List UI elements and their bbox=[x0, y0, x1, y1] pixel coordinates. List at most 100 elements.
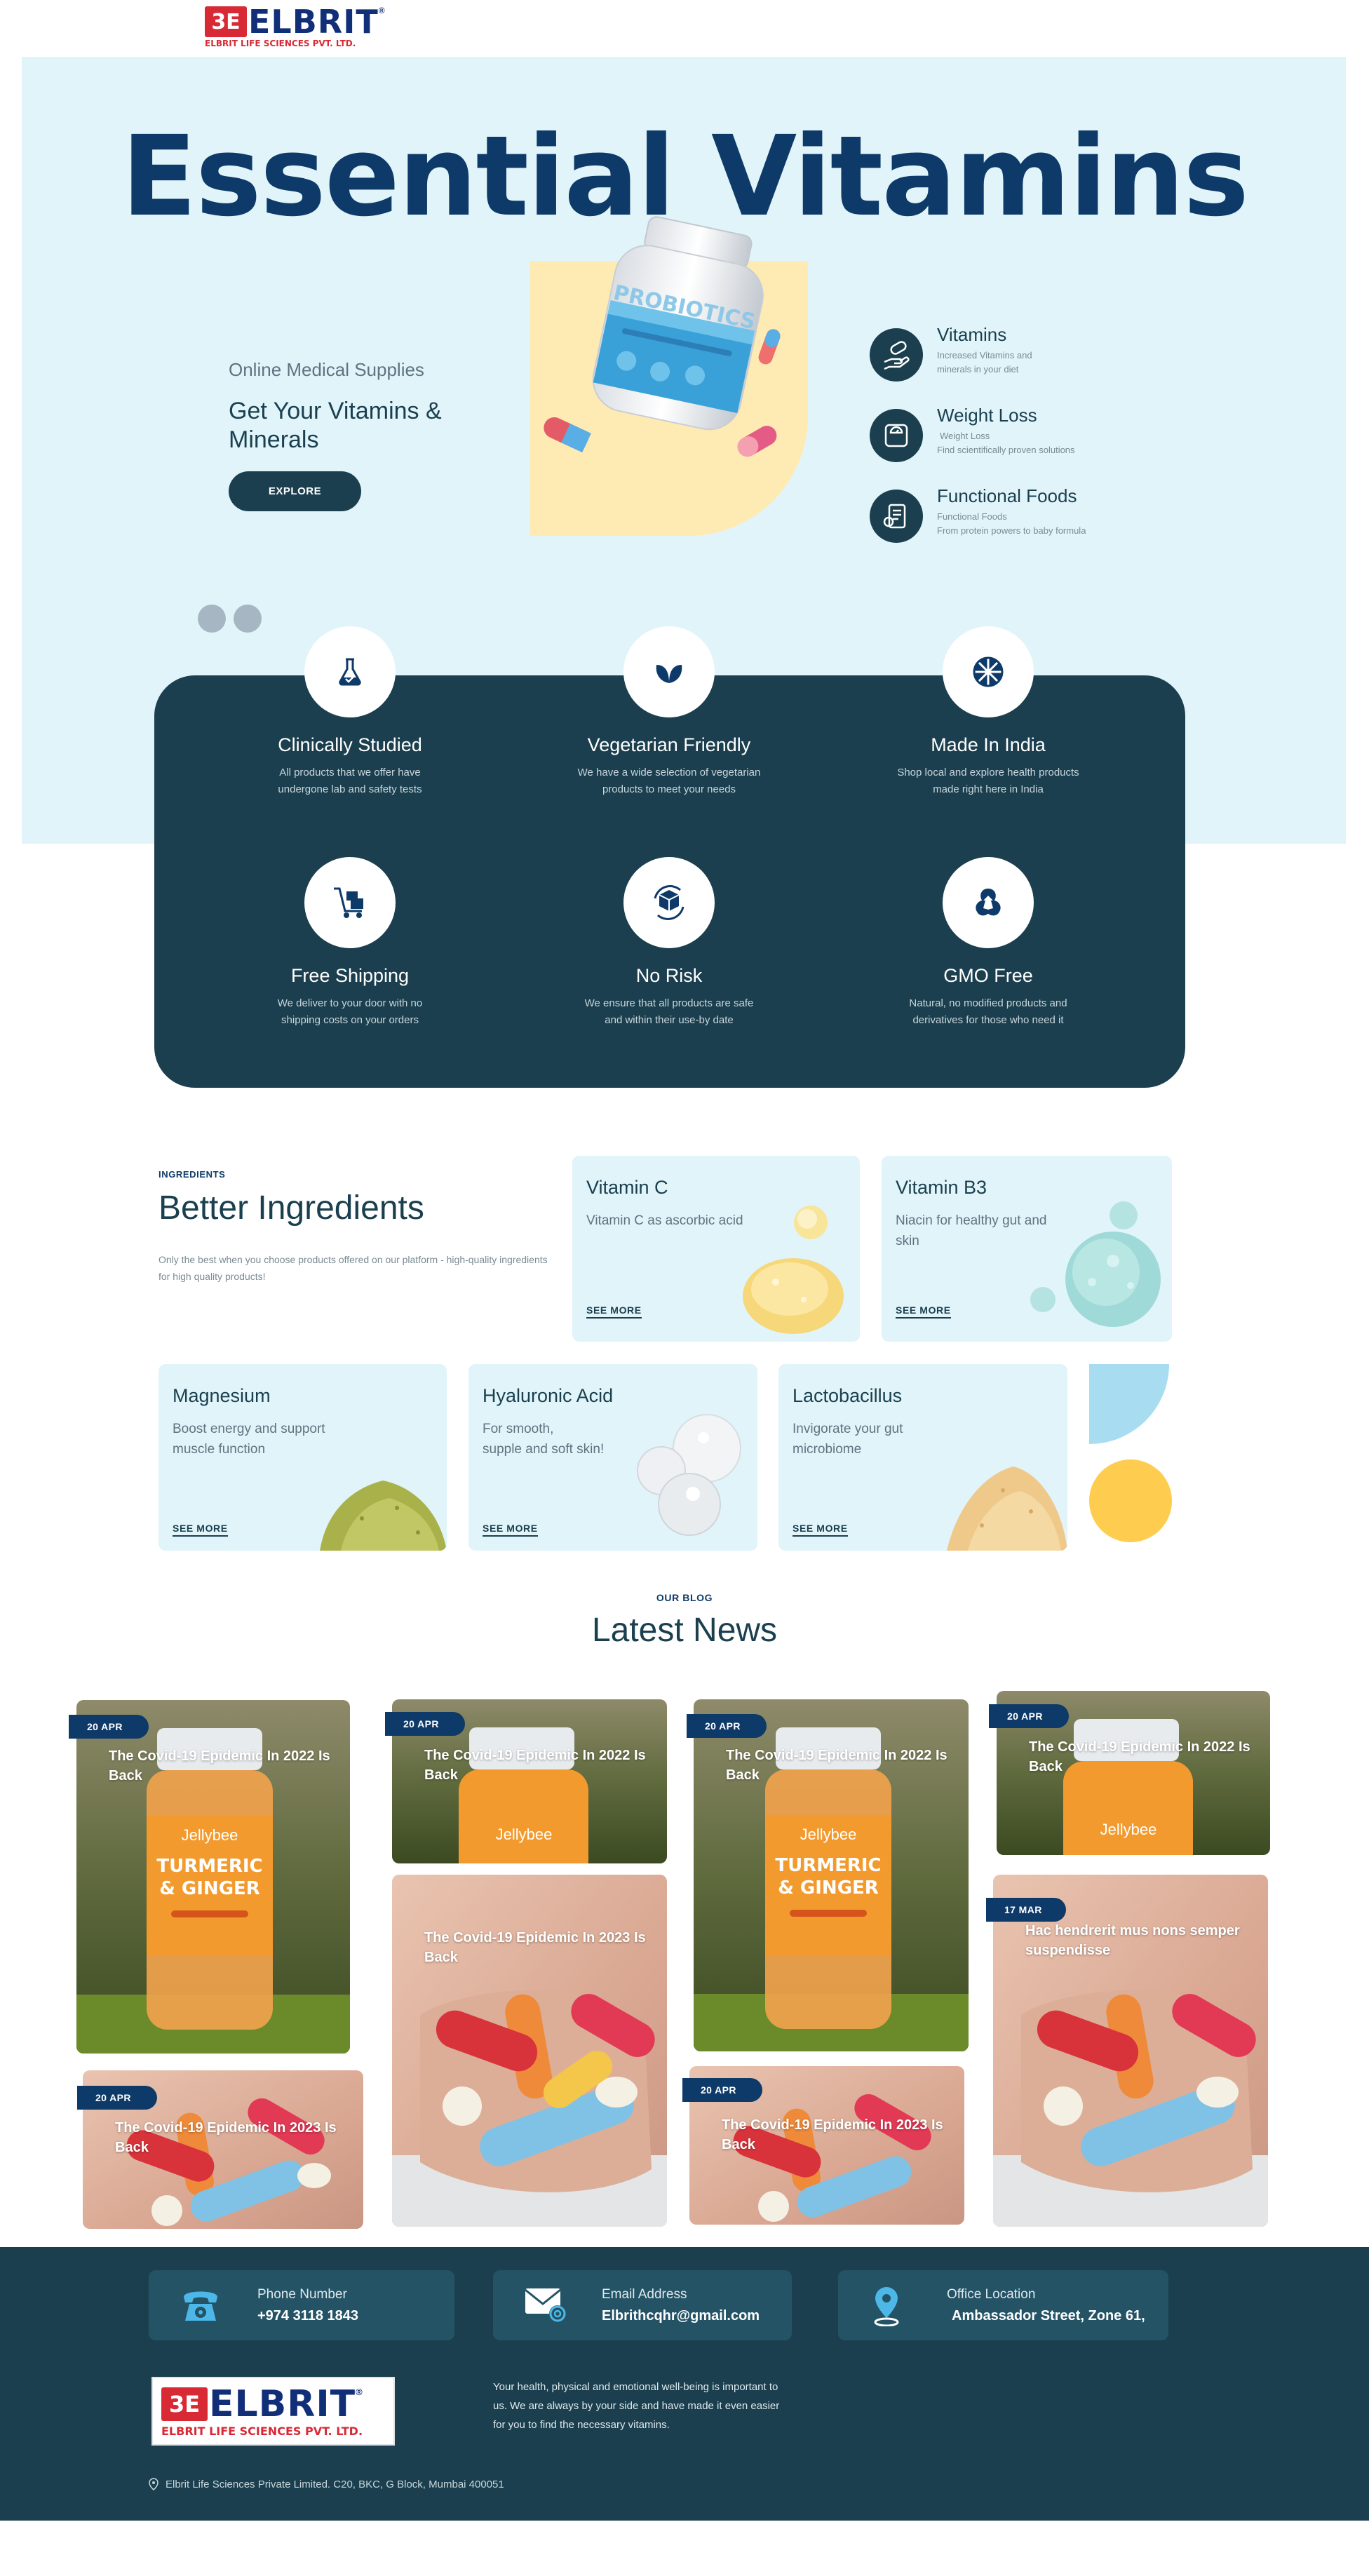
footer-address-text: Elbrit Life Sciences Private Limited. C2… bbox=[166, 2478, 504, 2490]
jar-line2: & GINGER bbox=[159, 1878, 260, 1899]
contact-email[interactable]: Email Address Elbrithcqhr@gmail.com bbox=[493, 2270, 792, 2340]
jar-line1: TURMERIC bbox=[775, 1855, 881, 1876]
category-desc-2: From protein powers to baby formula bbox=[937, 525, 1086, 536]
feature-desc: Shop local and explore health products ma… bbox=[897, 767, 1079, 795]
category-title: Weight Loss bbox=[937, 405, 1037, 426]
pill-hand-icon bbox=[870, 328, 923, 382]
feature-vegetarian: Vegetarian Friendly We have a wide selec… bbox=[564, 734, 774, 798]
category-title: Functional Foods bbox=[937, 485, 1077, 506]
feature-free-shipping: Free Shipping We deliver to your door wi… bbox=[245, 965, 455, 1029]
hero-subtitle: Online Medical Supplies bbox=[229, 359, 424, 380]
category-desc-2: Find scientifically proven solutions bbox=[937, 445, 1075, 455]
decor-yellow-circle bbox=[1089, 1459, 1172, 1542]
logo-wordmark: ELBRIT bbox=[248, 3, 379, 41]
leaf-icon bbox=[623, 626, 715, 717]
feature-made-in-india: Made In India Shop local and explore hea… bbox=[883, 734, 1093, 798]
blog-post-title[interactable]: The Covid-19 Epidemic In 2022 Is Back bbox=[1029, 1737, 1260, 1776]
gmo-icon bbox=[943, 857, 1034, 948]
blog-post-title[interactable]: The Covid-19 Epidemic In 2023 Is Back bbox=[424, 1928, 656, 1967]
brand-logo[interactable]: 3E ELBRIT ® ELBRIT LIFE SCIENCES PVT. LT… bbox=[205, 6, 385, 46]
slider-dot-1[interactable] bbox=[198, 605, 226, 633]
feature-title: Vegetarian Friendly bbox=[587, 734, 751, 755]
contact-phone[interactable]: Phone Number +974 3118 1843 bbox=[149, 2270, 454, 2340]
category-functional-foods[interactable]: Functional Foods Functional Foods From p… bbox=[870, 485, 1086, 543]
blog-post[interactable]: Jellybee TURMERIC & GINGER The Covid-19 … bbox=[694, 1699, 969, 2051]
cart-icon bbox=[304, 857, 396, 948]
see-more-link[interactable]: SEE MORE bbox=[173, 1523, 228, 1537]
see-more-link[interactable]: SEE MORE bbox=[793, 1523, 848, 1537]
blog-post-title[interactable]: The Covid-19 Epidemic In 2022 Is Back bbox=[726, 1746, 957, 1785]
see-more-link[interactable]: SEE MORE bbox=[896, 1304, 951, 1319]
feature-gmo-free: GMO Free Natural, no modified products a… bbox=[883, 965, 1093, 1029]
feature-clinically-studied: Clinically Studied All products that we … bbox=[245, 734, 455, 798]
feature-title: GMO Free bbox=[943, 965, 1033, 986]
contact-value[interactable]: Ambassador Street, Zone 61, bbox=[952, 2308, 1145, 2324]
see-more-link[interactable]: SEE MORE bbox=[586, 1304, 642, 1319]
card-desc: For smooth, supple and soft skin! bbox=[483, 1422, 605, 1457]
feature-desc: Natural, no modified products and derivat… bbox=[909, 997, 1067, 1026]
ingredient-card-vitamin-b3[interactable]: Vitamin B3 Niacin for healthy gut and sk… bbox=[882, 1156, 1172, 1342]
ingredient-card-magnesium[interactable]: Magnesium Boost energy and support muscle… bbox=[159, 1364, 447, 1551]
category-desc-2: minerals in your diet bbox=[937, 364, 1019, 375]
card-desc: Invigorate your gut microbiome bbox=[793, 1422, 903, 1457]
scale-icon bbox=[870, 409, 923, 462]
card-title: Lactobacillus bbox=[793, 1385, 903, 1406]
blog-post[interactable]: Hac hendrerit mus nons semper suspendiss… bbox=[993, 1875, 1268, 2227]
contact-value[interactable]: +974 3118 1843 bbox=[257, 2308, 358, 2324]
feature-title: Made In India bbox=[931, 734, 1046, 755]
card-title: Magnesium bbox=[173, 1385, 271, 1406]
blog-heading: Latest News bbox=[591, 1612, 778, 1649]
blog-post-title[interactable]: The Covid-19 Epidemic In 2023 Is Back bbox=[722, 2115, 953, 2154]
see-more-link[interactable]: SEE MORE bbox=[483, 1523, 538, 1537]
blog-post[interactable]: The Covid-19 Epidemic In 2023 Is Back bbox=[392, 1875, 667, 2227]
feature-desc: We deliver to your door with no shipping … bbox=[277, 997, 423, 1026]
feature-desc: All products that we offer have undergone… bbox=[278, 767, 422, 795]
feature-desc: We ensure that all products are safe and … bbox=[584, 997, 754, 1026]
footer-logo[interactable]: 3E ELBRIT ® ELBRIT LIFE SCIENCES PVT. LT… bbox=[161, 2386, 363, 2439]
phone-icon bbox=[180, 2286, 222, 2325]
post-date-badge: 20 APR bbox=[77, 2086, 157, 2110]
ingredient-card-hyaluronic-acid[interactable]: Hyaluronic Acid For smooth, supple and so… bbox=[468, 1364, 757, 1551]
jar-line2: & GINGER bbox=[778, 1877, 879, 1899]
blog-post-title[interactable]: The Covid-19 Epidemic In 2023 Is Back bbox=[115, 2118, 346, 2157]
logo-registered: ® bbox=[356, 2387, 363, 2397]
food-icon bbox=[870, 490, 923, 543]
ingredient-card-lactobacillus[interactable]: Lactobacillus Invigorate your gut microbi… bbox=[778, 1364, 1067, 1551]
blog-post-title[interactable]: The Covid-19 Epidemic In 2022 Is Back bbox=[109, 1746, 340, 1786]
blog-post[interactable]: Jellybee TURMERIC & GINGER The Covid-19 … bbox=[76, 1700, 350, 2054]
logo-tagline: ELBRIT LIFE SCIENCES PVT. LTD. bbox=[161, 2425, 363, 2438]
blog-post-title[interactable]: The Covid-19 Epidemic In 2022 Is Back bbox=[424, 1746, 656, 1785]
contact-value[interactable]: Elbrithcqhr@gmail.com bbox=[602, 2308, 760, 2324]
blog-post-title[interactable]: Hac hendrerit mus nons semper suspendiss… bbox=[1025, 1921, 1250, 1960]
ingredient-card-vitamin-c[interactable]: Vitamin C Vitamin C as ascorbic acid SEE… bbox=[572, 1156, 860, 1342]
ingredients-label: INGREDIENTS bbox=[159, 1169, 226, 1180]
card-desc: Niacin for healthy gut and skin bbox=[896, 1213, 1047, 1248]
contact-label: Office Location bbox=[947, 2287, 1036, 2302]
jar-line1: TURMERIC bbox=[156, 1856, 262, 1877]
category-desc-1: Functional Foods bbox=[937, 511, 1007, 522]
jar-brand: Jellybee bbox=[496, 1826, 553, 1843]
contact-location[interactable]: Office Location Ambassador Street, Zone … bbox=[838, 2270, 1168, 2340]
decor-blue-quarter bbox=[1089, 1364, 1169, 1444]
category-weight-loss[interactable]: Weight Loss Weight Loss Find scientifica… bbox=[870, 405, 1075, 462]
post-date-badge: 17 MAR bbox=[986, 1898, 1066, 1922]
logo-tagline: ELBRIT LIFE SCIENCES PVT. LTD. bbox=[205, 39, 356, 46]
feature-desc: We have a wide selection of vegetarian pr… bbox=[577, 767, 761, 795]
card-title: Vitamin C bbox=[586, 1177, 668, 1198]
contact-label: Email Address bbox=[602, 2287, 687, 2302]
location-icon bbox=[869, 2286, 904, 2326]
post-date-badge: 20 APR bbox=[687, 1714, 767, 1738]
feature-title: Clinically Studied bbox=[278, 734, 422, 755]
category-desc-1: Weight Loss bbox=[940, 431, 990, 441]
post-date-badge: 20 APR bbox=[989, 1704, 1069, 1728]
footer-about: Your health, physical and emotional well… bbox=[493, 2381, 780, 2431]
category-title: Vitamins bbox=[937, 324, 1007, 345]
jar-brand: Jellybee bbox=[1100, 1821, 1157, 1838]
category-vitamins[interactable]: Vitamins Increased Vitamins and minerals… bbox=[870, 324, 1032, 382]
flask-icon bbox=[304, 626, 396, 717]
slider-dot-2[interactable] bbox=[234, 605, 262, 633]
mail-icon bbox=[524, 2286, 569, 2325]
card-title: Hyaluronic Acid bbox=[483, 1385, 614, 1406]
explore-button[interactable]: EXPLORE bbox=[229, 471, 361, 511]
hero-heading: Get Your Vitamins & Minerals bbox=[229, 398, 442, 453]
